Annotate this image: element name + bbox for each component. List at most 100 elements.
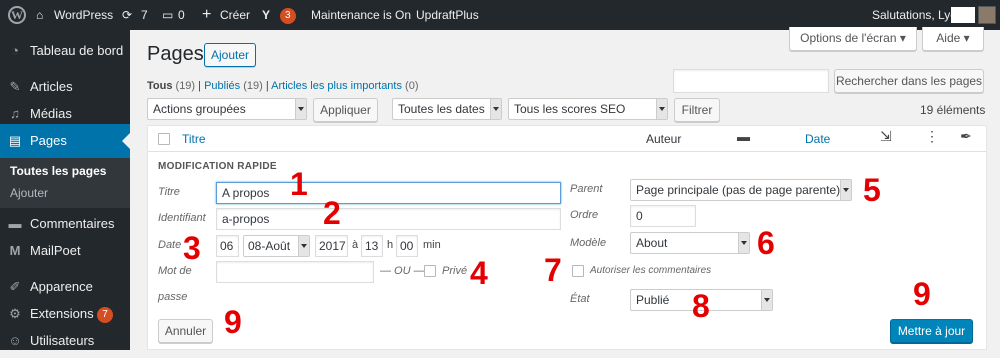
annotation-6: 6 <box>757 225 775 261</box>
wordpress-logo-icon[interactable]: W <box>8 6 26 24</box>
menu-extensions-label: Extensions <box>30 306 94 321</box>
admin-bar: W ⌂ WordPress ⟳ 7 ▭ 0 + Créer Y 3 Mainte… <box>0 0 1000 30</box>
title-input[interactable]: A propos <box>216 182 561 204</box>
status-label: État <box>570 293 590 305</box>
menu-dashboard-label: Tableau de bord <box>30 43 124 58</box>
help-label: Aide <box>936 31 961 45</box>
allow-comments-label: Autoriser les commentaires <box>590 265 712 276</box>
bulk-actions-select[interactable]: Actions groupées <box>147 98 307 120</box>
annotation-5: 5 <box>863 172 881 208</box>
filter-published-count: (19) <box>243 80 263 92</box>
plugin-icon: ⚙ <box>9 306 21 321</box>
updraftplus-link[interactable]: UpdraftPlus <box>416 0 479 30</box>
minute-input[interactable]: 00 <box>396 235 418 257</box>
admin-sidebar: ◔ Tableau de bord ✎ Articles ♫ Médias ▤ … <box>0 30 130 350</box>
slug-label: Identifiant <box>158 212 206 224</box>
menu-pages-label: Pages <box>30 133 67 148</box>
new-content-link[interactable]: Créer <box>220 0 250 30</box>
traffic-light-icon: ⋮ <box>925 128 939 144</box>
updates-icon[interactable]: ⟳ <box>122 0 132 30</box>
search-pages-button[interactable]: Rechercher dans les pages <box>834 69 984 93</box>
private-checkbox[interactable] <box>424 265 436 277</box>
annotation-1: 1 <box>290 166 308 202</box>
year-input[interactable]: 2017 <box>315 235 348 257</box>
links-out-icon: ⇲ <box>880 128 892 144</box>
column-title[interactable]: Titre <box>182 132 206 146</box>
column-author: Auteur <box>646 132 682 146</box>
menu-mailpoet[interactable]: M MailPoet <box>0 234 130 268</box>
annotation-8: 8 <box>692 288 710 324</box>
filter-important[interactable]: Articles les plus importants <box>271 80 402 92</box>
updates-count[interactable]: 7 <box>141 0 148 30</box>
hour-input[interactable]: 13 <box>361 235 383 257</box>
month-value: 08-Août <box>248 239 291 253</box>
comments-icon[interactable]: ▭ <box>162 0 173 30</box>
private-label: Privé <box>442 265 468 277</box>
quick-edit-heading: MODIFICATION RAPIDE <box>158 161 277 172</box>
search-input[interactable] <box>673 69 829 93</box>
help-tab[interactable]: Aide ▾ <box>922 27 984 51</box>
select-all-checkbox[interactable] <box>158 133 170 145</box>
seo-score-value: Tous les scores SEO <box>514 102 626 116</box>
greeting[interactable]: Salutations, Lyc <box>872 0 956 30</box>
template-select[interactable]: About <box>630 232 750 254</box>
menu-dashboard[interactable]: ◔ Tableau de bord <box>0 34 130 68</box>
avatar[interactable] <box>978 6 996 24</box>
menu-users[interactable]: ☺ Utilisateurs <box>0 324 130 358</box>
min-label: min <box>423 239 441 251</box>
template-label: Modèle <box>570 237 607 249</box>
pages-icon: ▤ <box>8 133 22 148</box>
submenu-add-page[interactable]: Ajouter <box>10 186 48 200</box>
apply-button[interactable]: Appliquer <box>313 98 378 122</box>
yoast-icon[interactable]: Y <box>262 0 270 30</box>
chevron-down-icon <box>301 244 307 251</box>
menu-mailpoet-label: MailPoet <box>30 243 81 258</box>
template-value: About <box>636 236 668 250</box>
screen-options-label: Options de l'écran <box>800 31 897 45</box>
filter-published[interactable]: Publiés <box>204 80 240 92</box>
menu-users-label: Utilisateurs <box>30 333 95 348</box>
plus-icon[interactable]: + <box>202 0 211 30</box>
parent-value: Page principale (pas de page parente) <box>636 183 841 197</box>
menu-articles-label: Articles <box>30 79 73 94</box>
filter-button[interactable]: Filtrer <box>674 98 720 122</box>
filter-all[interactable]: Tous <box>147 80 172 92</box>
slug-input[interactable]: a-propos <box>216 208 561 230</box>
filter-all-count: (19) <box>175 80 196 92</box>
yoast-badge[interactable]: 3 <box>280 7 296 24</box>
chevron-down-icon <box>843 188 849 195</box>
annotation-9a: 9 <box>224 304 242 340</box>
menu-appearance-label: Apparence <box>30 279 93 294</box>
password-input[interactable] <box>216 261 374 283</box>
order-input[interactable]: 0 <box>630 205 696 227</box>
dates-select[interactable]: Toutes les dates <box>392 98 502 120</box>
home-icon[interactable]: ⌂ <box>36 0 43 30</box>
table-header <box>148 126 986 152</box>
allow-comments-checkbox[interactable] <box>572 265 584 277</box>
submenu-all-pages[interactable]: Toutes les pages <box>10 164 106 178</box>
menu-pages[interactable]: ▤ Pages <box>0 124 130 158</box>
parent-select[interactable]: Page principale (pas de page parente) <box>630 179 852 201</box>
status-filters: Tous (19) | Publiés (19) | Articles les … <box>147 80 419 92</box>
annotation-3: 3 <box>183 230 201 266</box>
comments-column-icon[interactable]: ▬ <box>737 129 750 144</box>
title-label: Titre <box>158 186 180 198</box>
update-button[interactable]: Mettre à jour <box>890 319 973 343</box>
feather-icon: ✒ <box>960 128 972 144</box>
seo-score-select[interactable]: Tous les scores SEO <box>508 98 668 120</box>
cancel-button[interactable]: Annuler <box>158 319 213 343</box>
page-title: Pages <box>147 43 204 65</box>
order-label: Ordre <box>570 209 599 221</box>
parent-label: Parent <box>570 183 603 195</box>
maintenance-link[interactable]: Maintenance is On <box>311 0 411 30</box>
menu-media-label: Médias <box>30 106 72 121</box>
comments-count[interactable]: 0 <box>178 0 185 30</box>
site-name[interactable]: WordPress <box>54 0 113 30</box>
screen-options-tab[interactable]: Options de l'écran ▾ <box>789 27 917 51</box>
media-icon: ♫ <box>10 106 20 121</box>
day-input[interactable]: 06 <box>216 235 239 257</box>
month-select[interactable]: 08-Août <box>243 235 310 257</box>
add-new-page-button[interactable]: Ajouter <box>204 43 256 67</box>
users-icon: ☺ <box>8 333 22 348</box>
column-date[interactable]: Date <box>805 132 830 146</box>
